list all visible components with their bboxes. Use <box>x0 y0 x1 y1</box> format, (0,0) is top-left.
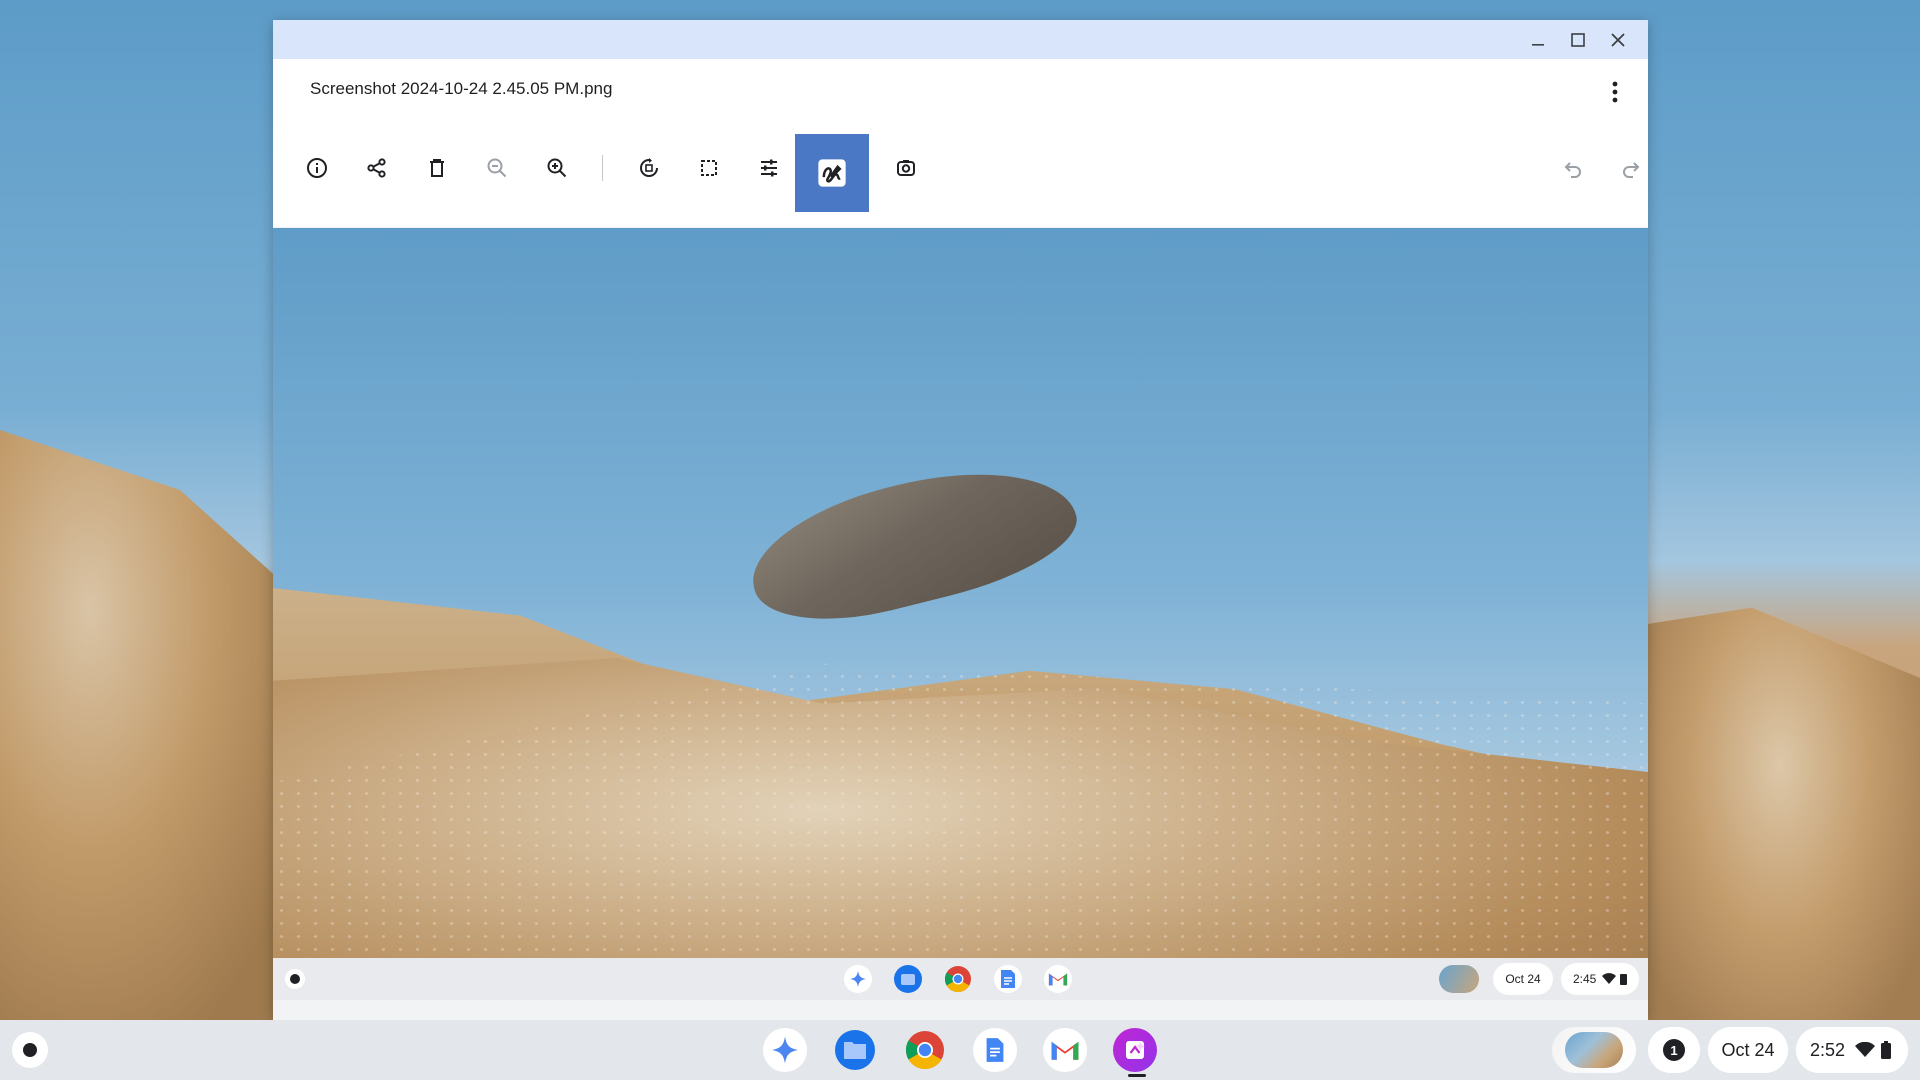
holding-space-button[interactable] <box>1552 1027 1636 1073</box>
image-files-icon <box>894 965 922 993</box>
zoom-in-icon <box>547 158 567 178</box>
os-shelf: 1 Oct 24 2:52 <box>0 1020 1920 1080</box>
title-bar <box>273 20 1648 59</box>
image-gmail-icon <box>1044 965 1072 993</box>
close-icon <box>1611 32 1625 47</box>
image-date: Oct 24 <box>1493 963 1553 995</box>
wallpaper-hill-right <box>1640 607 1920 1030</box>
minimize-icon <box>1532 43 1544 46</box>
image-bottom-strip <box>273 1000 1648 1020</box>
active-app-indicator <box>1128 1074 1146 1077</box>
maximize-icon <box>1571 32 1585 47</box>
info-icon <box>307 158 327 178</box>
tune-icon <box>761 159 777 177</box>
crop-icon <box>701 160 717 176</box>
docs-app-button[interactable] <box>973 1028 1017 1072</box>
lens-button[interactable] <box>889 151 923 185</box>
close-button[interactable] <box>1598 20 1638 59</box>
gemini-icon <box>771 1036 799 1064</box>
image-launcher-icon <box>285 969 305 989</box>
date-tray-button[interactable]: Oct 24 <box>1708 1027 1788 1073</box>
image-gemini-icon <box>844 965 872 993</box>
image-docs-icon <box>994 965 1022 993</box>
undo-icon <box>1564 162 1581 178</box>
lens-icon <box>897 160 915 176</box>
wallpaper-hill-left <box>0 430 300 1030</box>
battery-icon <box>1881 1041 1892 1059</box>
rotate-button[interactable] <box>632 151 666 185</box>
toolbar-divider <box>602 155 603 181</box>
notification-count: 1 <box>1663 1039 1685 1061</box>
redo-button[interactable] <box>1614 151 1648 185</box>
undo-button[interactable] <box>1556 151 1590 185</box>
gmail-icon <box>1051 1041 1079 1060</box>
gallery-window: Screenshot 2024-10-24 2.45.05 PM.png Oct… <box>273 20 1648 1020</box>
launcher-button[interactable] <box>12 1032 48 1068</box>
notification-button[interactable]: 1 <box>1648 1027 1700 1073</box>
image-shelf: Oct 24 2:45 <box>273 958 1648 1000</box>
maximize-button[interactable] <box>1558 20 1598 59</box>
minimize-button[interactable] <box>1518 20 1558 59</box>
delete-button[interactable] <box>420 151 454 185</box>
adjust-button[interactable] <box>752 151 786 185</box>
zoom-out-icon <box>487 158 507 178</box>
files-app-button[interactable] <box>833 1028 877 1072</box>
annotate-button[interactable] <box>795 134 869 212</box>
image-time: 2:45 <box>1573 972 1597 986</box>
image-wifi-icon <box>1602 973 1617 984</box>
launcher-icon <box>23 1043 37 1057</box>
docs-icon <box>986 1038 1004 1062</box>
image-chrome-icon <box>944 965 972 993</box>
file-name: Screenshot 2024-10-24 2.45.05 PM.png <box>310 79 613 98</box>
gemini-app-button[interactable] <box>763 1028 807 1072</box>
chrome-app-button[interactable] <box>903 1028 947 1072</box>
rotate-icon <box>640 158 658 177</box>
wifi-icon <box>1855 1042 1876 1057</box>
chrome-icon <box>905 1031 944 1070</box>
share-button[interactable] <box>360 151 394 185</box>
more-options-button[interactable] <box>1600 77 1630 107</box>
image-clock: 2:45 <box>1561 963 1639 995</box>
markup-icon <box>818 159 846 187</box>
image-tray-avatar <box>1439 965 1479 993</box>
screenshot-app-icon <box>1126 1041 1145 1059</box>
screenshot-app-button[interactable] <box>1113 1028 1157 1072</box>
system-tray-button[interactable]: 2:52 <box>1796 1027 1908 1073</box>
info-button[interactable] <box>300 151 334 185</box>
redo-icon <box>1623 162 1640 178</box>
zoom-in-button[interactable] <box>540 151 574 185</box>
crop-button[interactable] <box>692 151 726 185</box>
toolbar <box>273 127 1648 227</box>
holding-space-thumbnail <box>1565 1032 1623 1068</box>
trash-icon <box>430 159 444 177</box>
shelf-date: Oct 24 <box>1721 1039 1775 1060</box>
screenshot-image: Oct 24 2:45 <box>273 228 1648 1020</box>
gmail-app-button[interactable] <box>1043 1028 1087 1072</box>
zoom-out-button[interactable] <box>480 151 514 185</box>
more-vert-icon <box>1612 81 1618 103</box>
share-icon <box>367 158 386 178</box>
shelf-time: 2:52 <box>1810 1039 1846 1060</box>
file-header: Screenshot 2024-10-24 2.45.05 PM.png <box>273 59 1648 127</box>
image-battery-icon <box>1620 974 1628 985</box>
files-icon <box>835 1030 875 1070</box>
